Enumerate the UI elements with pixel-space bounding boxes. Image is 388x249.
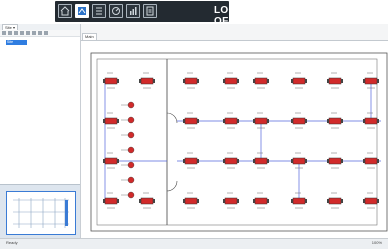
minimap[interactable]: [0, 184, 80, 239]
tool-icon[interactable]: [26, 31, 30, 35]
hvac-unit: [103, 152, 119, 169]
hvac-unit: [291, 72, 307, 89]
wiring: [104, 81, 381, 202]
hvac-unit: [223, 152, 239, 169]
sensor-node: [121, 101, 135, 109]
hvac-unit: [327, 192, 343, 209]
hvac-unit: [327, 112, 343, 129]
status-text: Ready: [6, 240, 18, 245]
tool-icon[interactable]: [2, 31, 6, 35]
left-toolstrip: [0, 30, 80, 37]
sensor-node: [121, 176, 135, 184]
unit-group: [103, 72, 379, 209]
list-icon[interactable]: [92, 4, 106, 18]
report-icon[interactable]: [143, 4, 157, 18]
door-swing: [166, 112, 178, 124]
hvac-unit: [103, 112, 119, 129]
hvac-unit: [183, 152, 199, 169]
top-toolbar: LOG OFF: [0, 0, 388, 27]
hvac-unit: [103, 72, 119, 89]
hvac-unit: [183, 112, 199, 129]
tool-icon[interactable]: [32, 31, 36, 35]
nav-strip: LOG OFF: [55, 1, 236, 27]
hvac-unit: [291, 112, 307, 129]
tool-icon[interactable]: [44, 31, 48, 35]
hvac-unit: [183, 72, 199, 89]
floorplan-canvas[interactable]: [81, 40, 388, 239]
gauge-icon[interactable]: [109, 4, 123, 18]
hvac-unit: [139, 72, 155, 89]
door-swing: [166, 180, 178, 192]
tab-main[interactable]: Main: [82, 33, 97, 40]
home-icon[interactable]: [58, 4, 72, 18]
floorplan-drawing: [90, 52, 388, 232]
bar-chart-icon[interactable]: [126, 4, 140, 18]
hvac-unit: [253, 72, 269, 89]
hvac-unit: [363, 152, 379, 169]
hvac-unit: [253, 192, 269, 209]
minimap-viewport[interactable]: [6, 191, 76, 235]
status-bar: Ready 100%: [0, 238, 388, 249]
sensor-group: [121, 101, 135, 199]
sensor-node: [121, 116, 135, 124]
tool-icon[interactable]: [38, 31, 42, 35]
hvac-unit: [223, 192, 239, 209]
hvac-unit: [103, 192, 119, 209]
sensor-node: [121, 161, 135, 169]
sensor-node: [121, 191, 135, 199]
left-panel: Site ▾ Site: [0, 24, 81, 239]
hvac-unit: [223, 72, 239, 89]
tool-icon[interactable]: [20, 31, 24, 35]
hvac-unit: [183, 192, 199, 209]
map-icon[interactable]: [75, 4, 89, 18]
hvac-unit: [139, 192, 155, 209]
hvac-unit: [327, 152, 343, 169]
zoom-level: 100%: [371, 240, 382, 245]
sensor-node: [121, 146, 135, 154]
hvac-unit: [223, 112, 239, 129]
tree-root-node[interactable]: Site: [6, 40, 27, 45]
hvac-unit: [327, 72, 343, 89]
sensor-node: [121, 131, 135, 139]
main-panel: Main: [81, 24, 388, 239]
tool-icon[interactable]: [8, 31, 12, 35]
hvac-unit: [363, 192, 379, 209]
tool-icon[interactable]: [14, 31, 18, 35]
